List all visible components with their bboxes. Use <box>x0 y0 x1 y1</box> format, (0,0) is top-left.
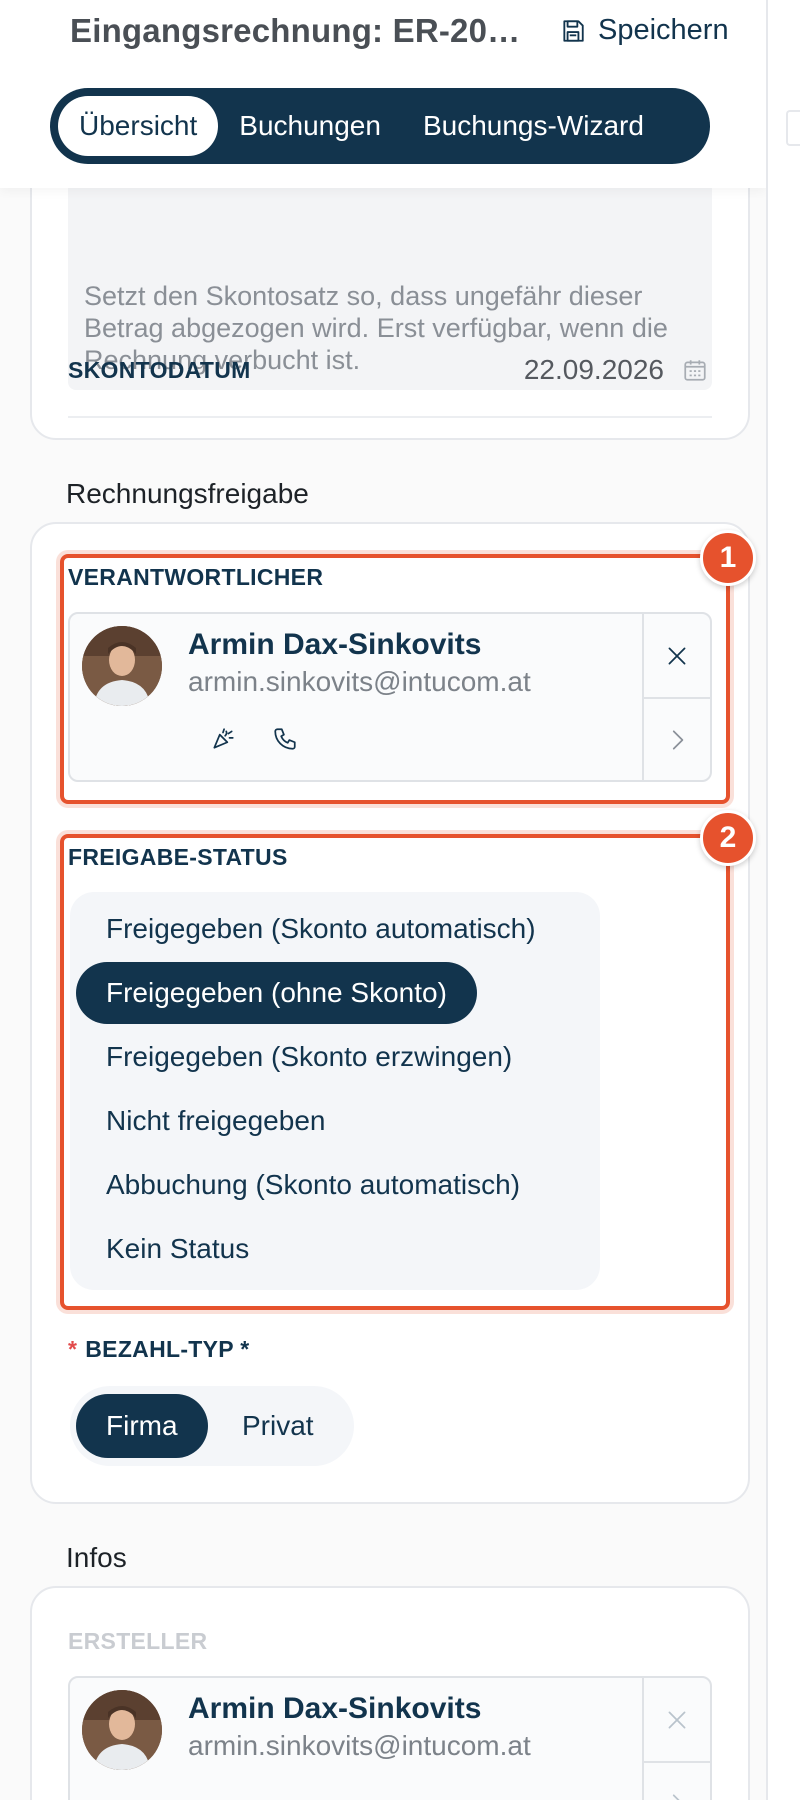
chevron-right-icon <box>672 1793 681 1800</box>
section-title-info: Infos <box>66 1542 127 1573</box>
page-header: Eingangsrechnung: ER-20… Speichern Übers… <box>0 0 766 188</box>
required-marker: * <box>68 1336 78 1362</box>
remove-creator-button[interactable] <box>644 1678 710 1761</box>
avatar-image <box>82 1690 162 1770</box>
section-title-release: Rechnungsfreigabe <box>66 478 309 509</box>
chevron-right-icon <box>672 729 684 750</box>
app-viewport: Setzt den Skontosatz so, dass ungefähr d… <box>0 0 766 1800</box>
annotation-badge-2: 2 <box>700 810 756 866</box>
close-icon <box>668 1711 686 1728</box>
party-popper-icon[interactable] <box>210 726 236 752</box>
skonto-date-value[interactable]: 22.09.2026 <box>524 354 664 386</box>
close-icon <box>668 647 686 664</box>
payment-type-label-text: BEZAHL-TYP * <box>85 1336 250 1362</box>
person-email[interactable]: armin.sinkovits@intucom.at <box>188 1730 531 1762</box>
responsible-side-buttons <box>642 614 710 780</box>
responsible-label: VERANTWORTLICHER <box>68 564 324 590</box>
save-label: Speichern <box>598 14 729 46</box>
responsible-card[interactable]: Armin Dax-Sinkovits armin.sinkovits@intu… <box>68 612 712 782</box>
divider <box>68 416 712 418</box>
floppy-disk-icon <box>563 19 584 42</box>
person-actions <box>210 726 298 752</box>
page-title: Eingangsrechnung: ER-20… <box>70 12 521 49</box>
person-email[interactable]: armin.sinkovits@intucom.at <box>188 666 531 698</box>
status-option-selected[interactable]: Freigegeben (ohne Skonto) <box>76 962 477 1024</box>
status-option[interactable]: Abbuchung (Skonto automatisch) <box>76 1154 550 1216</box>
payment-option-privat[interactable]: Privat <box>212 1394 344 1458</box>
status-options: Freigegeben (Skonto automatisch) Freigeg… <box>70 892 600 1290</box>
avatar-image <box>82 626 162 706</box>
tab-booking-wizard[interactable]: Buchungs-Wizard <box>402 96 665 156</box>
creator-card[interactable]: Armin Dax-Sinkovits armin.sinkovits@intu… <box>68 1676 712 1800</box>
tab-overview[interactable]: Übersicht <box>58 96 219 156</box>
status-option[interactable]: Freigegeben (Skonto automatisch) <box>76 898 566 960</box>
person-name: Armin Dax-Sinkovits <box>188 1692 482 1725</box>
remove-responsible-button[interactable] <box>644 614 710 697</box>
creator-label: ERSTELLER <box>68 1628 208 1654</box>
skonto-date-label: SKONTODATUM <box>68 356 251 383</box>
open-responsible-button[interactable] <box>644 697 710 780</box>
tab-bar: Übersicht Buchungen Buchungs-Wizard <box>50 88 710 164</box>
payment-option-firma[interactable]: Firma <box>76 1394 208 1458</box>
status-option[interactable]: Nicht freigegeben <box>76 1090 355 1152</box>
tab-bookings[interactable]: Buchungen <box>218 96 402 156</box>
person-name: Armin Dax-Sinkovits <box>188 628 482 661</box>
payment-type-toggle: Firma Privat <box>70 1386 354 1466</box>
status-option[interactable]: Freigegeben (Skonto erzwingen) <box>76 1026 542 1088</box>
save-button[interactable]: Speichern <box>560 14 729 47</box>
phone-icon[interactable] <box>272 726 298 752</box>
avatar <box>82 626 162 706</box>
status-label: FREIGABE-STATUS <box>68 844 288 870</box>
side-panel-edge <box>766 0 800 1800</box>
open-creator-button[interactable] <box>644 1761 710 1800</box>
payment-type-label: * BEZAHL-TYP * <box>68 1336 249 1363</box>
calendar-icon[interactable] <box>682 357 708 383</box>
skonto-date-row[interactable]: SKONTODATUM 22.09.2026 <box>68 350 708 390</box>
annotation-badge-1: 1 <box>700 530 756 586</box>
avatar <box>82 1690 162 1770</box>
creator-side-buttons <box>642 1678 710 1800</box>
status-option[interactable]: Kein Status <box>76 1218 279 1280</box>
side-panel-handle[interactable] <box>786 110 800 146</box>
